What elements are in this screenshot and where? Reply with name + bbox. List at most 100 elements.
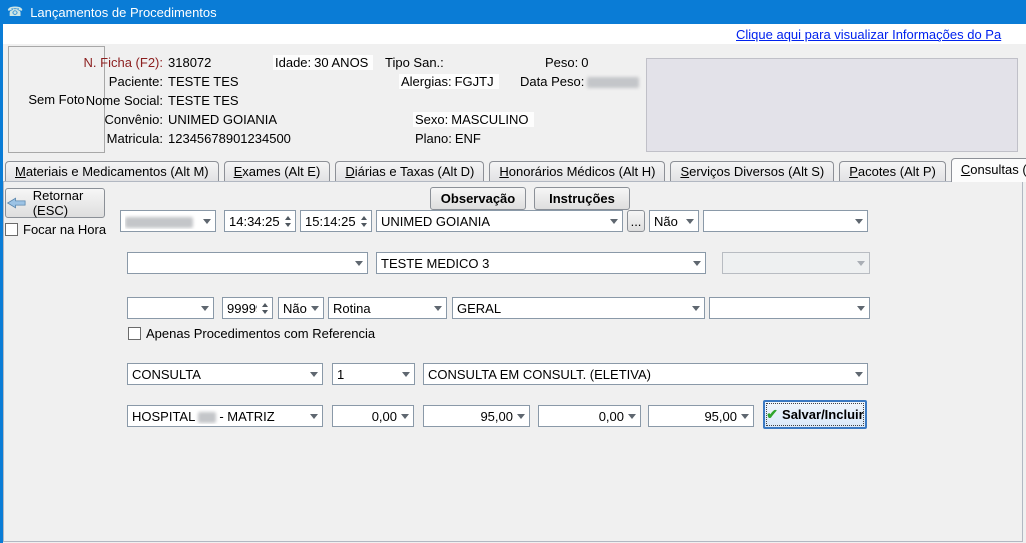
phone-icon: ☎ bbox=[7, 4, 23, 20]
tab-honorarios-medicos[interactable]: Honorários Médicos (Alt H) bbox=[489, 161, 665, 181]
unidade-value: HOSPITAL- MATRIZ bbox=[132, 409, 306, 424]
alergias-field: Alergias:FGJTJ bbox=[399, 74, 499, 89]
header-empty-panel bbox=[646, 58, 1018, 152]
hora-inicial-spinner[interactable]: 14:34:25 bbox=[224, 210, 296, 232]
prioridade-select[interactable] bbox=[709, 297, 870, 319]
tab-materiais-e-medicamentos[interactable]: Materiais e Medicamentos (Alt M) bbox=[5, 161, 219, 181]
origem-value: GERAL bbox=[457, 301, 688, 316]
valor-paciente-field[interactable]: 0,00 bbox=[538, 405, 641, 427]
link-strip: Clique aqui para visualizar Informações … bbox=[3, 24, 1026, 44]
ellipsis-icon: ... bbox=[631, 214, 642, 229]
idade-field: Idade:30 ANOS bbox=[273, 55, 373, 70]
ultima-consulta-select[interactable] bbox=[127, 297, 214, 319]
hora-final-spinner[interactable]: 15:14:25 bbox=[300, 210, 372, 232]
data-peso-field: Data Peso: bbox=[520, 74, 642, 89]
consultas-tab-panel bbox=[3, 181, 1023, 542]
tipo-san-field: Tipo San.: bbox=[385, 55, 450, 70]
data-f6-select[interactable] bbox=[120, 210, 216, 232]
data-peso-redacted-value bbox=[587, 77, 639, 88]
valor-total-value: 95,00 bbox=[653, 409, 737, 424]
chevron-down-icon bbox=[401, 414, 409, 419]
observacao-button[interactable]: Observação bbox=[430, 187, 526, 210]
unidade-redacted-part bbox=[198, 412, 216, 423]
tab-consultas[interactable]: Consultas (Alt C) bbox=[951, 158, 1026, 182]
paciente-value: TESTE TES bbox=[168, 74, 239, 89]
ficha-value: 318072 bbox=[168, 55, 211, 70]
grupo-lancamento-select[interactable] bbox=[703, 210, 868, 232]
salvar-incluir-button[interactable]: ✔ Salvar/Incluir bbox=[763, 400, 867, 429]
checkbox-box bbox=[128, 327, 141, 340]
agendada-select[interactable]: Não bbox=[278, 297, 324, 319]
salvar-incluir-label: Salvar/Incluir bbox=[782, 407, 864, 422]
tab-pacotes[interactable]: Pacotes (Alt P) bbox=[839, 161, 946, 181]
total-ch-field[interactable]: 0,00 bbox=[332, 405, 414, 427]
unidade-select[interactable]: HOSPITAL- MATRIZ bbox=[127, 405, 323, 427]
peso-field: Peso:0 bbox=[545, 55, 591, 70]
tab-hotkey: E bbox=[234, 164, 243, 179]
tab-exames[interactable]: Exames (Alt E) bbox=[224, 161, 331, 181]
tab-hotkey: H bbox=[499, 164, 508, 179]
spinner-arrows-icon[interactable] bbox=[361, 216, 367, 227]
hora-inicial-value: 14:34:25 bbox=[229, 214, 280, 229]
focar-na-hora-label: Focar na Hora bbox=[23, 222, 106, 237]
convenio-more-button[interactable]: ... bbox=[627, 210, 645, 232]
tab-servicos-diversos[interactable]: Serviços Diversos (Alt S) bbox=[670, 161, 834, 181]
ficha-label: N. Ficha (F2): bbox=[20, 55, 163, 70]
tab-hotkey: P bbox=[849, 164, 858, 179]
nome-medico-value: TESTE MEDICO 3 bbox=[381, 256, 689, 271]
peso-label: Peso: bbox=[545, 55, 578, 70]
tab-label: acotes (Alt P) bbox=[858, 164, 936, 179]
valor-convenio-field[interactable]: 95,00 bbox=[423, 405, 530, 427]
chevron-down-icon bbox=[610, 219, 618, 224]
focar-na-hora-checkbox[interactable]: Focar na Hora bbox=[5, 222, 106, 237]
apenas-referencia-label: Apenas Procedimentos com Referencia bbox=[146, 326, 375, 341]
nome-medico-select[interactable]: TESTE MEDICO 3 bbox=[376, 252, 706, 274]
procedimento-value: CONSULTA EM CONSULT. (ELETIVA) bbox=[428, 367, 851, 382]
tipo-san-label: Tipo San.: bbox=[385, 55, 444, 70]
spinner-arrows-icon[interactable] bbox=[262, 303, 268, 314]
data-peso-label: Data Peso: bbox=[520, 74, 584, 89]
tab-label: onorários Médicos (Alt H) bbox=[509, 164, 656, 179]
chevron-down-icon bbox=[628, 414, 636, 419]
procedures-window: ☎ Lançamentos de Procedimentos Clique aq… bbox=[0, 0, 1026, 543]
quant-dias-spinner[interactable]: 999999 bbox=[222, 297, 273, 319]
title-bar: ☎ Lançamentos de Procedimentos bbox=[0, 0, 1026, 24]
matricula-header-label: Matricula: bbox=[20, 131, 163, 146]
instrucoes-button[interactable]: Instruções bbox=[534, 187, 630, 210]
valor-convenio-value: 95,00 bbox=[428, 409, 513, 424]
tab-label: erviços Diversos (Alt S) bbox=[689, 164, 824, 179]
observacao-label: Observação bbox=[441, 191, 515, 206]
tab-label: xames (Alt E) bbox=[242, 164, 320, 179]
prestador-select[interactable] bbox=[127, 252, 368, 274]
valor-total-field[interactable]: 95,00 bbox=[648, 405, 754, 427]
chevron-down-icon bbox=[310, 372, 318, 377]
tab-diarias-e-taxas[interactable]: Diárias e Taxas (Alt D) bbox=[335, 161, 484, 181]
plano-field: Plano:ENF bbox=[415, 131, 484, 146]
apenas-referencia-checkbox[interactable]: Apenas Procedimentos com Referencia bbox=[128, 326, 375, 341]
rotina-emergencia-select[interactable]: Rotina bbox=[328, 297, 447, 319]
chevron-down-icon bbox=[857, 306, 865, 311]
origem-select[interactable]: GERAL bbox=[452, 297, 705, 319]
procedimento-select[interactable]: CONSULTA EM CONSULT. (ELETIVA) bbox=[423, 363, 868, 385]
sexo-field: Sexo:MASCULINO bbox=[413, 112, 534, 127]
patient-info-link[interactable]: Clique aqui para visualizar Informações … bbox=[736, 27, 1001, 42]
quant-dias-value: 999999 bbox=[227, 301, 257, 316]
codigo-proc-select[interactable]: 1 bbox=[332, 363, 415, 385]
tab-hotkey: C bbox=[961, 162, 970, 177]
historico-value: CONSULTA bbox=[132, 367, 306, 382]
chevron-down-icon bbox=[693, 261, 701, 266]
retornar-button[interactable]: Retornar (ESC) bbox=[5, 188, 105, 218]
sexo-label: Sexo: bbox=[415, 112, 448, 127]
back-arrow-icon bbox=[6, 196, 27, 210]
paciente-label: Paciente: bbox=[20, 74, 163, 89]
chevron-down-icon bbox=[434, 306, 442, 311]
spinner-arrows-icon[interactable] bbox=[285, 216, 291, 227]
idade-label: Idade: bbox=[275, 55, 311, 70]
horario-esp-select[interactable]: Não bbox=[649, 210, 699, 232]
chevron-down-icon bbox=[355, 261, 363, 266]
chevron-down-icon bbox=[692, 306, 700, 311]
historico-select[interactable]: CONSULTA bbox=[127, 363, 323, 385]
tab-hotkey: M bbox=[15, 164, 26, 179]
plano-value: ENF bbox=[455, 131, 481, 146]
convenio-select[interactable]: UNIMED GOIANIA bbox=[376, 210, 623, 232]
